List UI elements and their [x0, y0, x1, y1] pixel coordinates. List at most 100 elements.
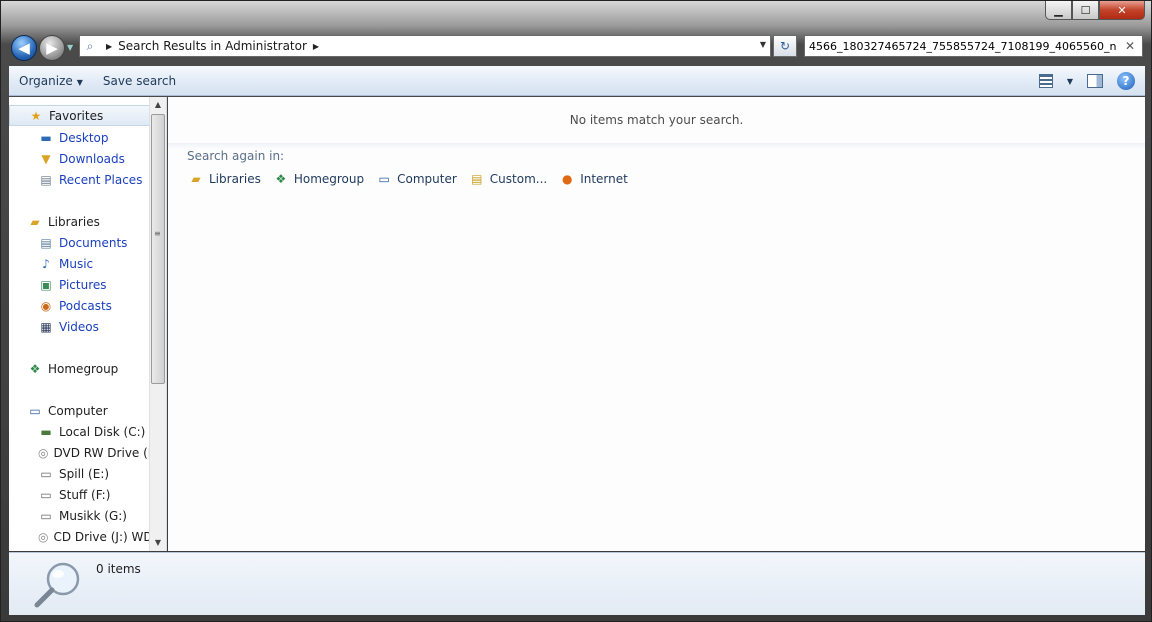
- details-pane: 0 items: [9, 552, 1145, 615]
- desktop-icon: ▬: [40, 130, 52, 145]
- sidebar-label: Homegroup: [48, 361, 119, 376]
- breadcrumb-chevron-icon[interactable]: ▶: [313, 42, 319, 51]
- organize-button[interactable]: Organize ▼: [9, 74, 93, 88]
- close-button[interactable]: ✕: [1099, 1, 1145, 20]
- search-input[interactable]: 4566_180327465724_755855724_7108199_4065…: [804, 35, 1143, 57]
- sidebar-item-podcasts[interactable]: ◉ Podcasts: [9, 295, 150, 316]
- sidebar-label: Videos: [59, 319, 99, 334]
- sidebar-label: Stuff (F:): [59, 487, 111, 502]
- sidebar-label: CD Drive (J:) WD: [53, 529, 150, 544]
- search-again-homegroup[interactable]: ❖ Homegroup: [273, 171, 364, 187]
- recent-pages-dropdown[interactable]: ▼: [67, 43, 73, 52]
- homegroup-icon: ❖: [275, 172, 287, 186]
- forward-button[interactable]: ▶: [39, 35, 65, 61]
- sidebar-label: Downloads: [59, 151, 125, 166]
- scrollbar-grip-icon: ≡: [154, 229, 161, 238]
- sidebar-label: Libraries: [48, 214, 100, 229]
- scrollbar-thumb[interactable]: [151, 114, 165, 384]
- documents-icon: ▤: [40, 235, 52, 250]
- search-again-label-text: Internet: [580, 172, 628, 186]
- sidebar-label: Musikk (G:): [59, 508, 127, 523]
- command-bar: Organize ▼ Save search ▼ ?: [9, 66, 1145, 96]
- address-history-dropdown[interactable]: ▼: [760, 40, 766, 49]
- chevron-down-icon: ▼: [76, 77, 83, 87]
- back-button[interactable]: ◀: [11, 35, 37, 61]
- libraries-icon: ▰: [30, 214, 40, 229]
- sidebar-favorites[interactable]: ★ Favorites: [9, 105, 150, 126]
- sidebar-item-downloads[interactable]: ▼ Downloads: [9, 148, 150, 169]
- sidebar-computer[interactable]: ▭ Computer: [9, 400, 150, 421]
- custom-folder-icon: ▤: [471, 172, 483, 186]
- breadcrumb-chevron-icon[interactable]: ▶: [106, 42, 112, 51]
- search-query-text[interactable]: 4566_180327465724_755855724_7108199_4065…: [809, 40, 1116, 53]
- maximize-button[interactable]: ☐: [1072, 1, 1099, 20]
- sidebar-label: Favorites: [49, 108, 104, 123]
- computer-icon: ▭: [378, 172, 390, 186]
- sidebar-label: Podcasts: [59, 298, 112, 313]
- firefox-icon: ●: [561, 172, 573, 186]
- sidebar-item-spill-e[interactable]: ▭ Spill (E:): [9, 463, 150, 484]
- sidebar-item-local-disk-c[interactable]: ▬ Local Disk (C:): [9, 421, 150, 442]
- drive-icon: ▭: [40, 508, 52, 523]
- libraries-icon: ▰: [191, 172, 201, 186]
- search-again-label-text: Custom...: [489, 172, 548, 186]
- sidebar-item-music[interactable]: ♪ Music: [9, 253, 150, 274]
- view-options-dropdown[interactable]: ▼: [1067, 77, 1073, 86]
- view-controls: ▼ ?: [1038, 72, 1135, 90]
- sidebar-label: DVD RW Drive (D: [53, 445, 150, 460]
- empty-results-message: No items match your search.: [569, 113, 744, 127]
- sidebar-item-dvd-drive-d[interactable]: ◎ DVD RW Drive (D: [9, 442, 150, 463]
- search-again-libraries[interactable]: ▰ Libraries: [188, 171, 261, 187]
- divider: [168, 143, 1145, 149]
- sidebar-item-pictures[interactable]: ▣ Pictures: [9, 274, 150, 295]
- sidebar-item-videos[interactable]: ▦ Videos: [9, 316, 150, 337]
- search-again-label-text: Libraries: [209, 172, 261, 186]
- sidebar-item-musikk-g[interactable]: ▭ Musikk (G:): [9, 505, 150, 526]
- explorer-window: ▁ ☐ ✕ ◀ ▶ ▼ ⌕ ▶ Search Results in Admini…: [0, 0, 1152, 622]
- sidebar-label: Spill (E:): [59, 466, 110, 481]
- save-search-button[interactable]: Save search: [93, 74, 186, 88]
- caption-buttons: ▁ ☐ ✕: [1045, 1, 1145, 21]
- star-icon: ★: [30, 108, 42, 123]
- search-again-label: Search again in:: [187, 149, 285, 163]
- search-again-options: ▰ Libraries ❖ Homegroup ▭ Computer ▤ Cus…: [188, 171, 628, 187]
- sidebar-item-recent-places[interactable]: ▤ Recent Places: [9, 169, 150, 190]
- minimize-button[interactable]: ▁: [1045, 1, 1072, 20]
- sidebar-scrollbar[interactable]: ▲ ≡ ▼: [149, 97, 166, 551]
- sidebar-item-stuff-f[interactable]: ▭ Stuff (F:): [9, 484, 150, 505]
- sidebar-homegroup[interactable]: ❖ Homegroup: [9, 358, 150, 379]
- music-icon: ♪: [42, 256, 50, 271]
- change-view-icon[interactable]: [1038, 74, 1053, 88]
- search-folder-icon: ⌕: [86, 38, 94, 53]
- breadcrumb-search-results[interactable]: Search Results in Administrator: [118, 39, 307, 53]
- navigation-bar: ◀ ▶ ▼ ⌕ ▶ Search Results in Administrato…: [1, 31, 1152, 63]
- sidebar-item-documents[interactable]: ▤ Documents: [9, 232, 150, 253]
- search-again-label-text: Homegroup: [293, 172, 365, 186]
- sidebar-item-cd-drive-j[interactable]: ◎ CD Drive (J:) WD: [9, 526, 150, 547]
- sidebar-item-desktop[interactable]: ▬ Desktop: [9, 127, 150, 148]
- sidebar-libraries[interactable]: ▰ Libraries: [9, 211, 150, 232]
- scroll-up-icon[interactable]: ▲: [150, 97, 166, 113]
- videos-icon: ▦: [40, 319, 52, 334]
- dvd-drive-icon: ◎: [38, 445, 49, 460]
- drive-icon: ▭: [40, 487, 52, 502]
- recent-places-icon: ▤: [40, 172, 52, 187]
- organize-label: Organize: [19, 73, 73, 88]
- scroll-down-icon[interactable]: ▼: [150, 535, 166, 551]
- sidebar-label: Computer: [48, 403, 108, 418]
- sidebar-label: Pictures: [59, 277, 107, 292]
- cd-drive-icon: ◎: [38, 529, 49, 544]
- downloads-icon: ▼: [41, 151, 51, 166]
- preview-pane-icon[interactable]: [1087, 74, 1103, 88]
- address-bar[interactable]: ⌕ ▶ Search Results in Administrator ▶ ▼: [79, 35, 771, 57]
- refresh-button[interactable]: ↻: [773, 35, 797, 57]
- clear-search-icon[interactable]: ✕: [1125, 39, 1135, 53]
- search-again-computer[interactable]: ▭ Computer: [376, 171, 456, 187]
- sidebar-label: Recent Places: [59, 172, 143, 187]
- local-disk-icon: ▬: [40, 424, 52, 439]
- search-again-custom[interactable]: ▤ Custom...: [469, 171, 547, 187]
- search-again-internet[interactable]: ● Internet: [559, 171, 628, 187]
- help-icon[interactable]: ?: [1117, 72, 1135, 90]
- search-results-pane: No items match your search. Search again…: [168, 97, 1145, 551]
- pictures-icon: ▣: [40, 277, 52, 292]
